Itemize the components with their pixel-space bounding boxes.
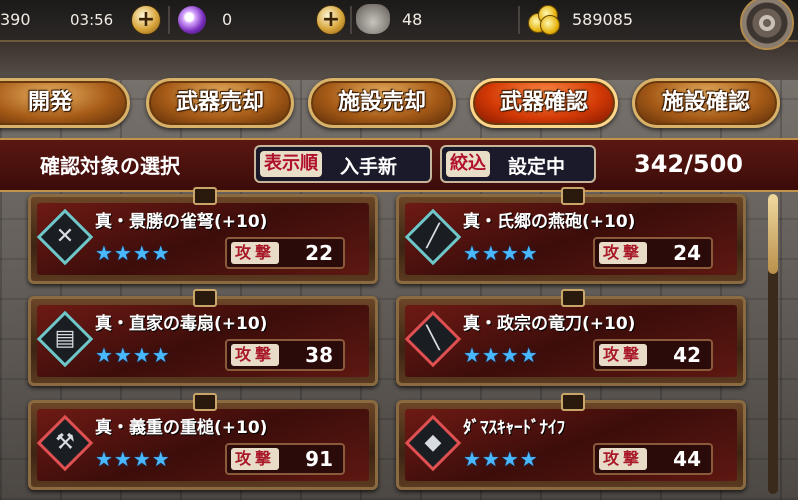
background-roof: [0, 40, 798, 80]
attack-value: 22: [305, 241, 333, 265]
divider: [518, 6, 520, 34]
attack-stat: 攻撃 24: [593, 237, 713, 269]
rarity-stars: ★★★★: [463, 343, 539, 367]
status-bar: 390 03:56 + 0 + 48 589085: [0, 0, 798, 50]
attack-label: 攻撃: [599, 242, 648, 264]
attack-value: 42: [673, 343, 701, 367]
tab-label: 開発: [27, 90, 72, 115]
rarity-stars: ★★★★: [95, 447, 171, 471]
divider: [168, 6, 170, 34]
filter-key-label: 絞込: [446, 151, 490, 177]
attack-stat: 攻撃 38: [225, 339, 345, 371]
tab-check-weapons[interactable]: 武器確認: [470, 78, 618, 128]
attack-label: 攻撃: [231, 448, 280, 470]
weapon-name: ﾀﾞﾏｽｷｬｰﾄﾞﾅｲﾌ: [463, 418, 565, 438]
stamina-value: 390: [0, 10, 31, 29]
tab-sell-weapons[interactable]: 武器売却: [146, 78, 294, 128]
gold-count: 589085: [572, 10, 634, 29]
tab-develop[interactable]: 開発: [0, 78, 130, 128]
filter-button[interactable]: 絞込 設定中: [440, 145, 596, 183]
list-scrollbar[interactable]: [768, 194, 778, 494]
weapon-card[interactable]: ╱ 真・氏郷の燕砲(+10) ★★★★ 攻撃 24: [396, 187, 746, 284]
orb-icon: [178, 6, 206, 34]
scrollbar-thumb[interactable]: [768, 194, 778, 274]
attack-value: 91: [305, 447, 333, 471]
weapon-name: 真・政宗の竜刀(+10): [463, 314, 636, 334]
weapon-name: 真・義重の重槌(+10): [95, 418, 268, 438]
weapon-card[interactable]: ✕ 真・景勝の雀弩(+10) ★★★★ 攻撃 22: [28, 187, 378, 284]
attack-value: 38: [305, 343, 333, 367]
weapon-name: 真・氏郷の燕砲(+10): [463, 212, 636, 232]
section-title: 確認対象の選択: [40, 154, 180, 178]
add-orb-button[interactable]: +: [316, 5, 346, 35]
orb-count: 0: [222, 10, 233, 29]
attack-value: 24: [673, 241, 701, 265]
rarity-stars: ★★★★: [95, 343, 171, 367]
tab-label: 施設売却: [337, 90, 426, 115]
tab-check-facilities[interactable]: 施設確認: [632, 78, 780, 128]
weapon-count: 342/500: [634, 150, 743, 178]
rarity-stars: ★★★★: [95, 241, 171, 265]
attack-value: 44: [673, 447, 701, 471]
attack-stat: 攻撃 91: [225, 443, 345, 475]
add-stamina-button[interactable]: +: [131, 5, 161, 35]
attack-stat: 攻撃 22: [225, 237, 345, 269]
attack-label: 攻撃: [599, 344, 648, 366]
tab-label: 武器確認: [499, 90, 588, 115]
rice-bag-icon: [356, 4, 390, 34]
tab-label: 施設確認: [661, 90, 750, 115]
rarity-stars: ★★★★: [463, 241, 539, 265]
rarity-stars: ★★★★: [463, 447, 539, 471]
sort-key-label: 表示順: [260, 151, 322, 177]
gold-coins-icon: [528, 5, 560, 35]
weapon-card[interactable]: ▤ 真・直家の毒扇(+10) ★★★★ 攻撃 38: [28, 289, 378, 386]
bag-count: 48: [402, 10, 423, 29]
weapon-card[interactable]: ◆ ﾀﾞﾏｽｷｬｰﾄﾞﾅｲﾌ ★★★★ 攻撃 44: [396, 393, 746, 490]
tab-label: 武器売却: [175, 90, 264, 115]
attack-stat: 攻撃 42: [593, 339, 713, 371]
tab-sell-facilities[interactable]: 施設売却: [308, 78, 456, 128]
attack-stat: 攻撃 44: [593, 443, 713, 475]
divider: [350, 6, 352, 34]
filter-value: 設定中: [508, 156, 566, 178]
stamina-timer: 03:56: [70, 11, 114, 29]
attack-label: 攻撃: [231, 242, 280, 264]
sort-order-button[interactable]: 表示順 入手新: [254, 145, 432, 183]
sort-value: 入手新: [340, 156, 398, 178]
weapon-card[interactable]: ⚒ 真・義重の重槌(+10) ★★★★ 攻撃 91: [28, 393, 378, 490]
weapon-name: 真・直家の毒扇(+10): [95, 314, 268, 334]
attack-label: 攻撃: [599, 448, 648, 470]
weapon-name: 真・景勝の雀弩(+10): [95, 212, 268, 232]
weapon-card[interactable]: ╲ 真・政宗の竜刀(+10) ★★★★ 攻撃 42: [396, 289, 746, 386]
attack-label: 攻撃: [231, 344, 280, 366]
filter-bar: 確認対象の選択 表示順 入手新 絞込 設定中 342/500: [0, 138, 798, 192]
